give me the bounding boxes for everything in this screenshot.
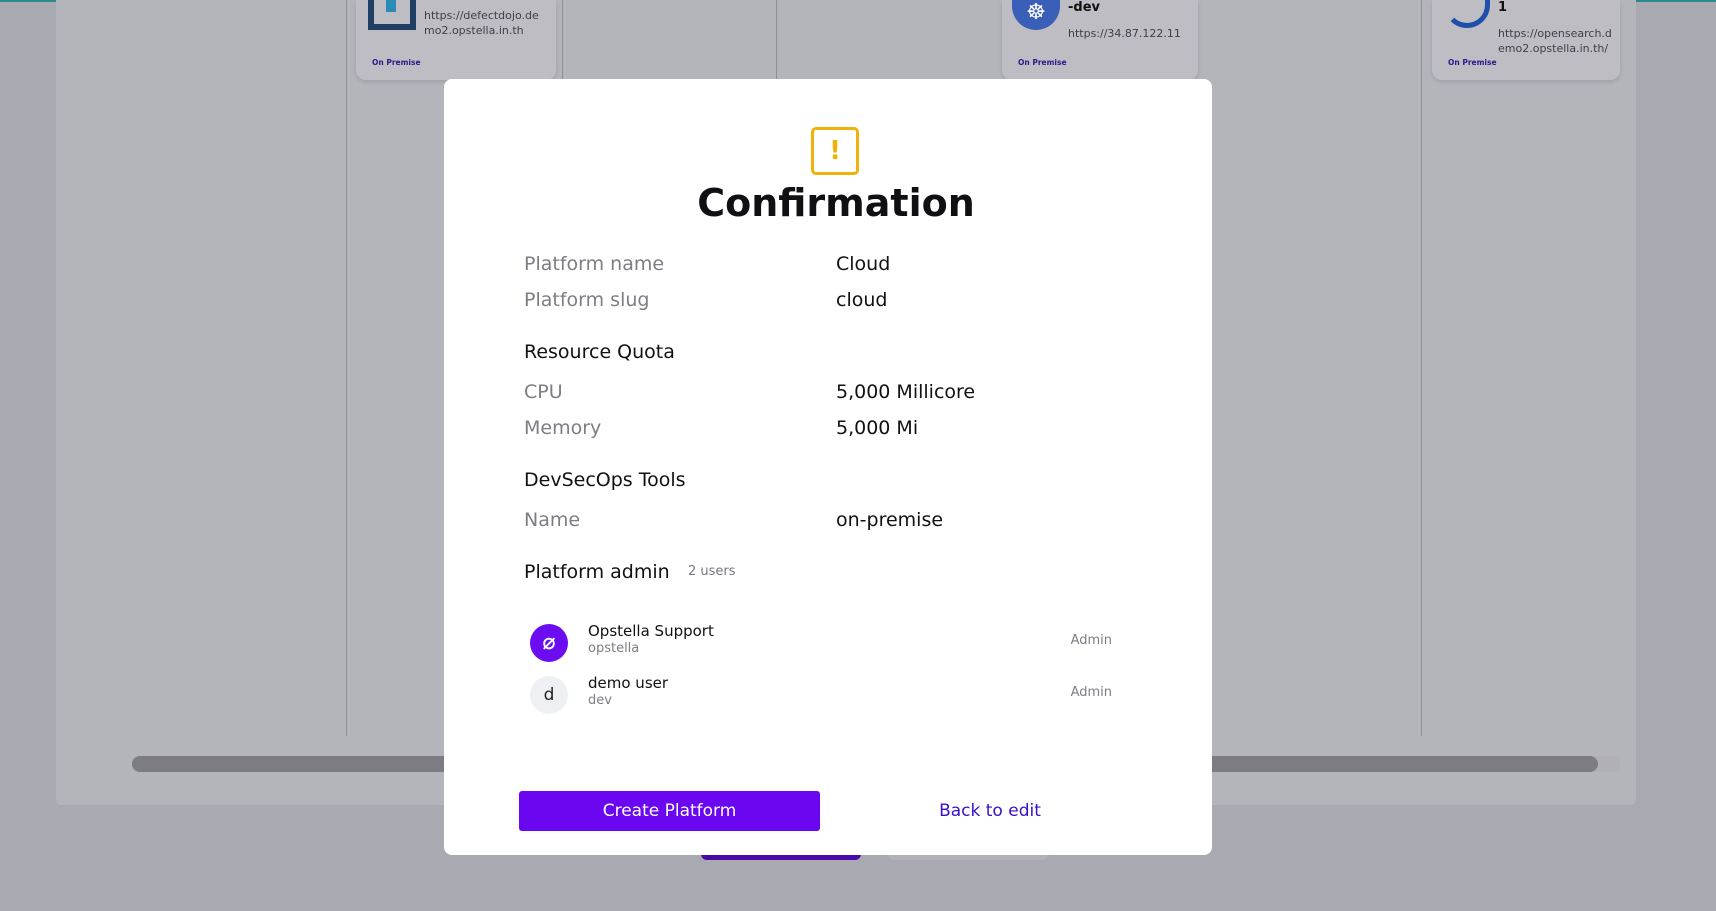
platform-slug-value: cloud bbox=[836, 289, 888, 311]
create-platform-button[interactable]: Create Platform bbox=[519, 791, 820, 831]
platform-admin-heading: Platform admin bbox=[524, 561, 670, 583]
card-url: https://defectdojo.de mo2.opstella.in.th bbox=[424, 8, 539, 38]
cpu-label: CPU bbox=[524, 381, 563, 403]
column-divider bbox=[346, 0, 347, 736]
resource-quota-heading: Resource Quota bbox=[524, 341, 675, 363]
card-name: 1 bbox=[1498, 0, 1508, 15]
defectdojo-logo-icon bbox=[368, 0, 416, 30]
card-tag: On Premise bbox=[1448, 58, 1497, 67]
tool-name-label: Name bbox=[524, 509, 581, 531]
card-url-line: mo2.opstella.in.th bbox=[424, 24, 524, 37]
tool-name-value: on-premise bbox=[836, 509, 944, 531]
opensearch-logo-icon bbox=[1444, 0, 1490, 28]
platform-slug-label: Platform slug bbox=[524, 289, 650, 311]
card-url-line: https://defectdojo.de bbox=[424, 9, 539, 22]
platform-card-opensearch[interactable]: 1 https://opensearch.d emo2.opstella.in.… bbox=[1432, 0, 1620, 80]
memory-value: 5,000 Mi bbox=[836, 417, 919, 439]
admin-list-item: ⌀ Opstella Support opstella Admin bbox=[530, 620, 1112, 666]
cpu-value: 5,000 Millicore bbox=[836, 381, 976, 403]
opstella-logo-icon: ⌀ bbox=[530, 624, 568, 662]
kubernetes-logo-icon: ☸ bbox=[1012, 0, 1060, 30]
admin-count-badge: 2 users bbox=[688, 564, 736, 579]
confirmation-dialog: ! Confirmation Platform name Cloud Platf… bbox=[444, 79, 1212, 855]
user-avatar: d bbox=[530, 676, 568, 714]
back-to-edit-button[interactable]: Back to edit bbox=[900, 791, 1080, 831]
platform-card-kubernetes[interactable]: ☸ -dev https://34.87.122.11 On Premise bbox=[1002, 0, 1198, 80]
admin-role: Admin bbox=[1070, 633, 1112, 648]
memory-label: Memory bbox=[524, 417, 602, 439]
admin-role: Admin bbox=[1070, 685, 1112, 700]
card-tag: On Premise bbox=[372, 58, 421, 67]
platform-name-label: Platform name bbox=[524, 253, 665, 275]
platform-card-defectdojo[interactable]: https://defectdojo.de mo2.opstella.in.th… bbox=[356, 0, 556, 80]
card-url: https://34.87.122.11 bbox=[1068, 27, 1181, 40]
card-tag: On Premise bbox=[1018, 58, 1067, 67]
dialog-title: Confirmation bbox=[697, 181, 975, 225]
admin-handle: dev bbox=[588, 693, 612, 708]
admin-handle: opstella bbox=[588, 641, 640, 656]
admin-list-item: d demo user dev Admin bbox=[530, 672, 1112, 718]
card-name: -dev bbox=[1068, 0, 1100, 15]
card-url-line: emo2.opstella.in.th/ bbox=[1498, 42, 1609, 55]
card-url: https://opensearch.d emo2.opstella.in.th… bbox=[1498, 26, 1612, 56]
card-url-line: https://opensearch.d bbox=[1498, 27, 1612, 40]
admin-name: demo user bbox=[588, 674, 669, 692]
platform-name-value: Cloud bbox=[836, 253, 891, 275]
devsecops-tools-heading: DevSecOps Tools bbox=[524, 469, 686, 491]
column-divider bbox=[1421, 0, 1422, 736]
admin-name: Opstella Support bbox=[588, 622, 714, 640]
warning-icon: ! bbox=[811, 127, 859, 175]
